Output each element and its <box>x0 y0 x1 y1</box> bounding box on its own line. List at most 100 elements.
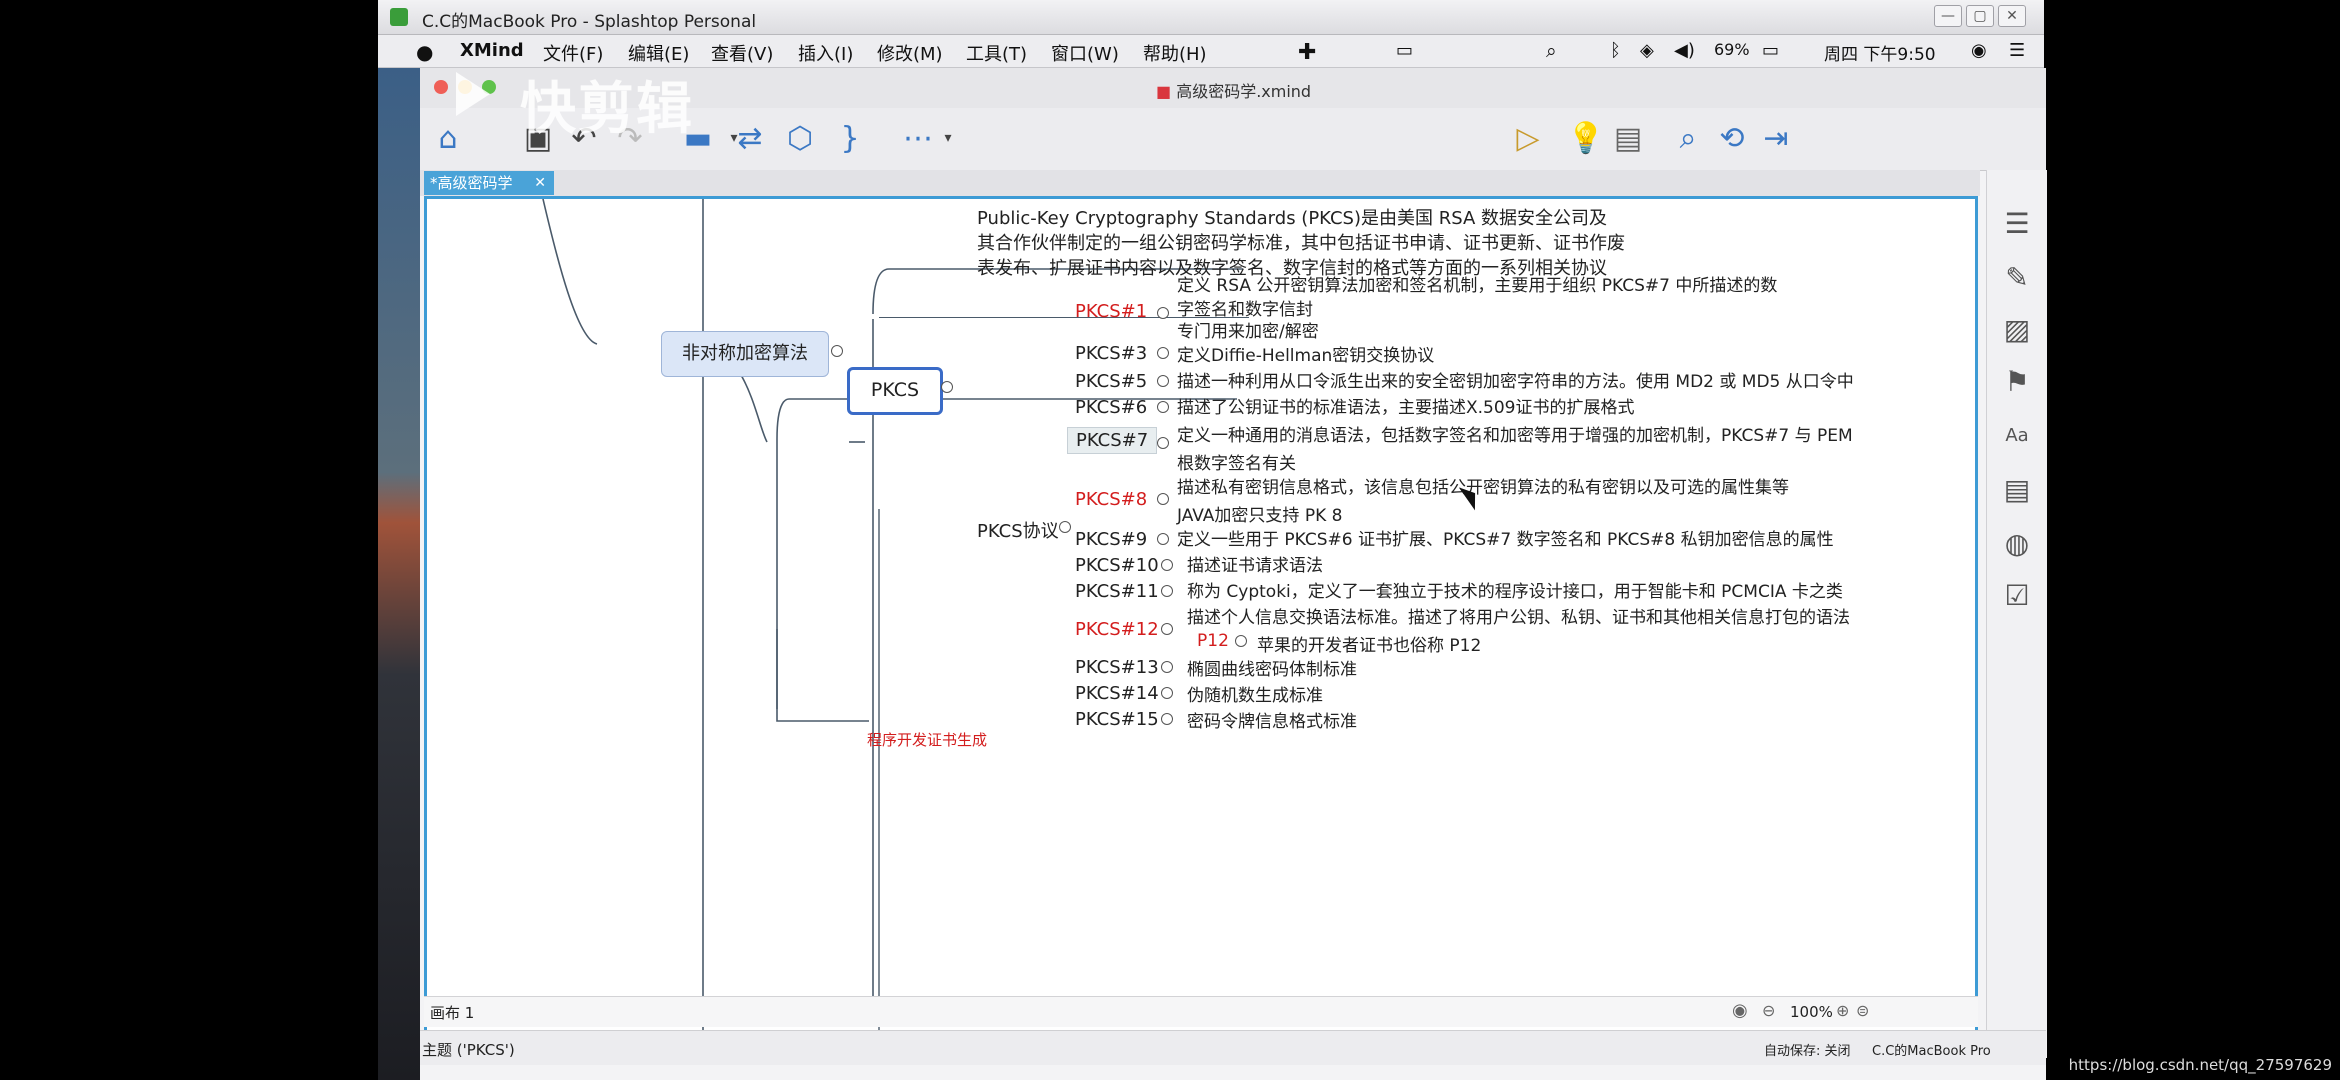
close-button[interactable]: ✕ <box>1998 5 2026 27</box>
pkcs1-desc[interactable]: 定义 RSA 公开密钥算法加密和签名机制，主要用于组织 PKCS#7 中所描述的… <box>1177 271 1777 296</box>
collapse-knob[interactable] <box>941 381 953 393</box>
wifi-icon[interactable]: ◈ <box>1640 40 1654 61</box>
collapse-knob[interactable] <box>1059 521 1071 533</box>
export-icon[interactable]: ⇥ <box>1758 120 1794 156</box>
pkcs5-desc[interactable]: 描述一种利用从口令派生出来的安全密钥加密字符串的方法。使用 MD2 或 MD5 … <box>1177 367 1854 392</box>
topic-asymmetric[interactable]: 非对称加密算法 <box>661 331 829 377</box>
pkcs10-desc[interactable]: 描述证书请求语法 <box>1187 551 1323 576</box>
search-icon[interactable]: ⌕ <box>1670 120 1706 156</box>
search-icon[interactable]: ⌕ <box>1546 40 1557 62</box>
outline-icon[interactable]: ▤ <box>1610 120 1646 156</box>
collapse-knob[interactable] <box>1161 713 1173 725</box>
menu-xmind[interactable]: XMind <box>460 40 524 61</box>
collapse-knob[interactable] <box>1161 661 1173 673</box>
volume-icon[interactable]: ◀) <box>1674 40 1695 61</box>
user-account[interactable]: C.C的MacBook Pro <box>1872 1040 1991 1059</box>
collapse-knob[interactable] <box>1161 687 1173 699</box>
topic-pkcs8[interactable]: PKCS#8 <box>1075 489 1147 510</box>
collapse-knob[interactable] <box>1157 307 1169 319</box>
topic-pkcs7[interactable]: PKCS#7 <box>1067 427 1158 454</box>
topic-pkcs15[interactable]: PKCS#15 <box>1075 709 1159 730</box>
pkcs7-desc[interactable]: 定义一种通用的消息语法，包括数字签名和加密等用于增强的加密机制，PKCS#7 与… <box>1177 421 1853 446</box>
menu-window[interactable]: 窗口(W) <box>1051 40 1119 66</box>
topic-cut-off[interactable]: 程序开发证书生成 <box>867 729 987 750</box>
bluetooth-icon[interactable]: ᛒ <box>1610 40 1621 61</box>
topic-pkcs12[interactable]: PKCS#12 <box>1075 619 1159 640</box>
menu-file[interactable]: 文件(F) <box>543 40 603 66</box>
pkcs9-desc[interactable]: 定义一些用于 PKCS#6 证书扩展、PKCS#7 数字签名和 PKCS#8 私… <box>1177 525 1834 550</box>
menu-insert[interactable]: 插入(I) <box>798 40 853 66</box>
relationship-icon[interactable]: ⇄ <box>732 120 768 156</box>
flag-icon[interactable]: ⚑ <box>2001 366 2033 398</box>
notification-center-icon[interactable]: ☰ <box>2009 40 2025 61</box>
image-icon[interactable]: ▨ <box>2001 314 2033 346</box>
collapse-knob[interactable] <box>831 345 843 357</box>
zoom-in-icon[interactable]: ⊕ <box>1836 1001 1849 1020</box>
add-icon[interactable]: ✚ <box>1298 40 1316 65</box>
collapse-knob[interactable] <box>1157 437 1169 449</box>
notes-icon[interactable]: ▤ <box>2001 474 2033 506</box>
font-icon[interactable]: Aa <box>2001 420 2033 452</box>
apple-menu-icon[interactable]: ● <box>416 40 433 64</box>
zoom-level[interactable]: 100% <box>1790 1003 1833 1021</box>
lightbulb-icon[interactable]: 💡 <box>1567 120 1604 156</box>
zoom-out-icon[interactable]: ⊖ <box>1762 1001 1775 1020</box>
boundary-icon[interactable]: ⬡ <box>782 120 818 156</box>
pkcs6-desc[interactable]: 描述了公钥证书的标准语法，主要描述X.509证书的扩展格式 <box>1177 393 1635 418</box>
collapse-knob[interactable] <box>1235 635 1247 647</box>
eye-icon[interactable]: ◉ <box>1732 1000 1748 1021</box>
maximize-button[interactable]: ▢ <box>1966 5 1994 27</box>
topic-pkcs9[interactable]: PKCS#9 <box>1075 529 1147 550</box>
menu-modify[interactable]: 修改(M) <box>877 40 943 66</box>
close-icon[interactable]: ✕ <box>534 171 546 195</box>
pkcs12-desc[interactable]: 描述个人信息交换语法标准。描述了将用户公钥、私钥、证书和其他相关信息打包的语法 <box>1187 603 1850 628</box>
minimize-button[interactable]: — <box>1934 5 1962 27</box>
sheet-tab[interactable]: 画布 1 <box>430 1002 474 1023</box>
presentation-icon[interactable]: ▷ <box>1510 120 1546 156</box>
summary-icon[interactable]: } <box>832 120 868 156</box>
collapse-knob[interactable] <box>1157 493 1169 505</box>
pkcs14-desc[interactable]: 伪随机数生成标准 <box>1187 681 1323 706</box>
outline-panel-icon[interactable]: ☰ <box>2001 208 2033 240</box>
fit-icon[interactable]: ⊜ <box>1856 1001 1869 1020</box>
menubar-clock[interactable]: 周四 下午9:50 <box>1824 40 1936 65</box>
window-close-dot[interactable] <box>434 80 448 94</box>
pkcs8-desc[interactable]: JAVA加密只支持 PK 8 <box>1177 501 1342 526</box>
siri-icon[interactable]: ◉ <box>1971 40 1987 61</box>
format-brush-icon[interactable]: ✎ <box>2001 262 2033 294</box>
topic-pkcs14[interactable]: PKCS#14 <box>1075 683 1159 704</box>
autosave-status[interactable]: 自动保存: 关闭 <box>1764 1040 1851 1059</box>
topic-pkcs5[interactable]: PKCS#5 <box>1075 371 1147 392</box>
topic-pkcs-protocol[interactable]: PKCS协议 <box>977 517 1059 543</box>
collapse-knob[interactable] <box>1157 347 1169 359</box>
tab-mindmap[interactable]: *高级密码学 ✕ <box>424 171 554 195</box>
share-icon[interactable]: ⟲ <box>1714 120 1750 156</box>
comment-icon[interactable]: ◍ <box>2001 528 2033 560</box>
pkcs8-desc[interactable]: 描述私有密钥信息格式，该信息包括公开密钥算法的私有密钥以及可选的属性集等 <box>1177 473 1789 498</box>
topic-pkcs6[interactable]: PKCS#6 <box>1075 397 1147 418</box>
topic-pkcs13[interactable]: PKCS#13 <box>1075 657 1159 678</box>
collapse-knob[interactable] <box>1157 533 1169 545</box>
pkcs1-desc[interactable]: 专门用来加密/解密 <box>1177 317 1319 342</box>
topic-pkcs[interactable]: PKCS <box>847 367 943 415</box>
menu-help[interactable]: 帮助(H) <box>1143 40 1207 66</box>
topic-pkcs3[interactable]: PKCS#3 <box>1075 343 1147 364</box>
mindmap-canvas[interactable]: 非对称加密算法 PKCS Public-Key Cryptography Sta… <box>424 196 1978 1058</box>
topic-p12[interactable]: P12 <box>1197 631 1229 651</box>
topic-pkcs10[interactable]: PKCS#10 <box>1075 555 1159 576</box>
topic-pkcs11[interactable]: PKCS#11 <box>1075 581 1159 602</box>
collapse-knob[interactable] <box>1157 401 1169 413</box>
menu-edit[interactable]: 编辑(E) <box>628 40 689 66</box>
pkcs3-desc[interactable]: 定义Diffie-Hellman密钥交换协议 <box>1177 341 1434 366</box>
pkcs11-desc[interactable]: 称为 Cyptoki，定义了一套独立于技术的程序设计接口，用于智能卡和 PCMC… <box>1187 577 1843 602</box>
collapse-knob[interactable] <box>1161 623 1173 635</box>
topic-pkcs1[interactable]: PKCS#1 <box>1075 301 1147 322</box>
chevron-down-icon[interactable]: ▾ <box>930 120 966 156</box>
menu-tools[interactable]: 工具(T) <box>966 40 1027 66</box>
pkcs15-desc[interactable]: 密码令牌信息格式标准 <box>1187 707 1357 732</box>
task-icon[interactable]: ☑ <box>2001 580 2033 612</box>
pkcs7-desc[interactable]: 根数字签名有关 <box>1177 449 1296 474</box>
battery-icon[interactable]: ▭ <box>1762 40 1779 61</box>
home-icon[interactable]: ⌂ <box>430 120 466 156</box>
collapse-knob[interactable] <box>1161 559 1173 571</box>
